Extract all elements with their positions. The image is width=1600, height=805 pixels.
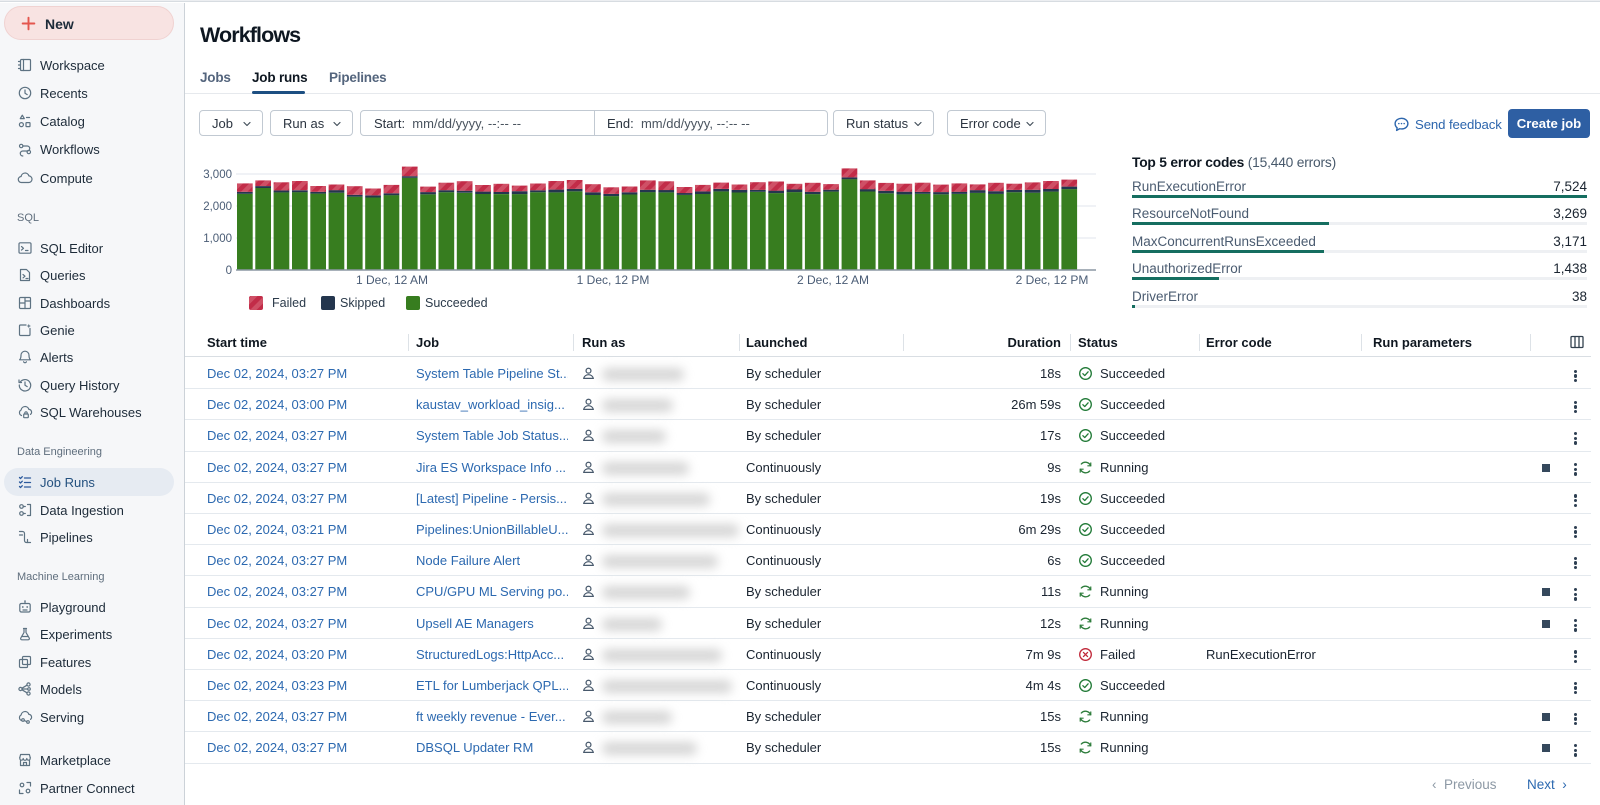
svg-text:Succeeded: Succeeded bbox=[425, 296, 488, 310]
svg-text:0: 0 bbox=[226, 265, 232, 277]
svg-text:Failed: Failed bbox=[272, 296, 306, 310]
svg-text:3,000: 3,000 bbox=[203, 169, 232, 181]
svg-text:2 Dec, 12 PM: 2 Dec, 12 PM bbox=[1016, 273, 1089, 287]
svg-text:1,000: 1,000 bbox=[203, 233, 232, 245]
svg-text:Skipped: Skipped bbox=[340, 296, 385, 310]
svg-text:2 Dec, 12 AM: 2 Dec, 12 AM bbox=[797, 273, 869, 287]
svg-text:1 Dec, 12 AM: 1 Dec, 12 AM bbox=[356, 273, 428, 287]
svg-text:1 Dec, 12 PM: 1 Dec, 12 PM bbox=[577, 273, 650, 287]
svg-text:2,000: 2,000 bbox=[203, 201, 232, 213]
